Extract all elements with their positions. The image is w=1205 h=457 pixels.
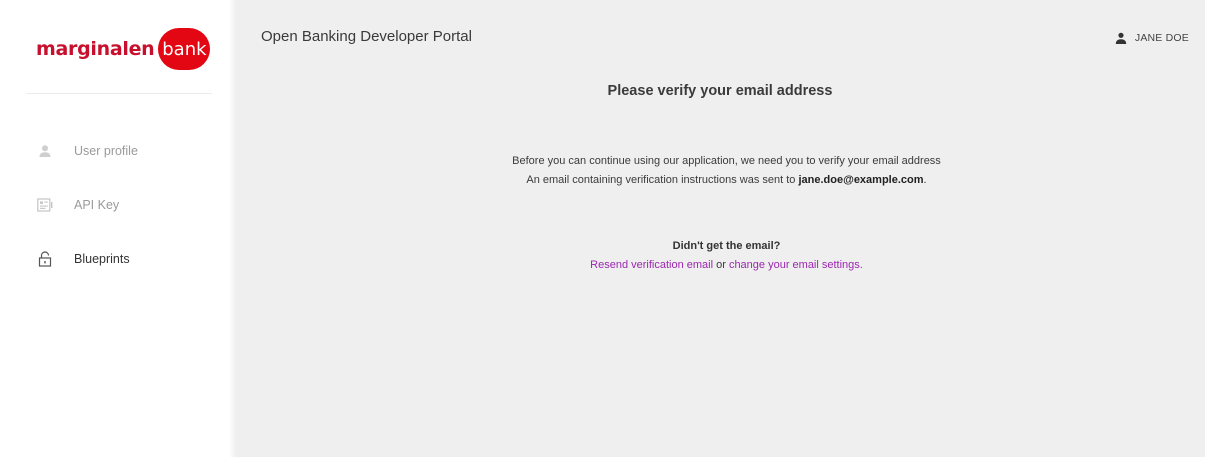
- sidebar-item-user-profile[interactable]: User profile: [0, 124, 233, 178]
- page-title: Open Banking Developer Portal: [261, 28, 472, 45]
- email-settings-link[interactable]: change your email settings.: [729, 259, 863, 271]
- or-text: or: [713, 259, 729, 271]
- resend-verification-link[interactable]: Resend verification email: [590, 259, 713, 271]
- bank-logo[interactable]: marginalen bank: [36, 28, 211, 70]
- lock-icon: [37, 251, 53, 267]
- verify-line-1: Before you can continue using our applic…: [512, 155, 941, 167]
- main-content: Open Banking Developer Portal JANE DOE P…: [235, 0, 1205, 457]
- user-name: JANE DOE: [1134, 32, 1189, 44]
- sidebar-nav: User profile API Key Blueprints: [0, 124, 233, 286]
- sidebar-item-api-key[interactable]: API Key: [0, 178, 233, 232]
- verify-message: Before you can continue using our applic…: [235, 152, 1205, 190]
- sidebar-item-blueprints[interactable]: Blueprints: [0, 232, 233, 286]
- key-card-icon: [37, 197, 53, 213]
- sidebar-item-label: API Key: [74, 198, 120, 212]
- sidebar-divider: [26, 93, 212, 94]
- user-icon: [37, 143, 53, 159]
- resend-links: Resend verification email or change your…: [235, 256, 1205, 275]
- person-icon: [1115, 32, 1127, 44]
- verify-line-2: An email containing verification instruc…: [235, 171, 1205, 190]
- user-menu[interactable]: JANE DOE: [1115, 32, 1189, 44]
- sidebar: marginalen bank User profile API Key Blu…: [0, 0, 235, 457]
- user-email: jane.doe@example.com: [798, 174, 924, 186]
- sidebar-item-label: User profile: [74, 144, 138, 158]
- verify-heading: Please verify your email address: [607, 83, 833, 99]
- resend-section: Didn't get the email? Resend verificatio…: [235, 237, 1205, 275]
- app-window: marginalen bank User profile API Key Blu…: [0, 0, 1205, 457]
- verify-line-2-suffix: .: [923, 174, 927, 186]
- verify-line-2-prefix: An email containing verification instruc…: [526, 174, 799, 186]
- logo-badge: bank: [158, 28, 211, 70]
- sidebar-item-label: Blueprints: [74, 252, 130, 266]
- logo-wordmark: marginalen: [36, 38, 155, 60]
- resend-question: Didn't get the email?: [672, 240, 781, 252]
